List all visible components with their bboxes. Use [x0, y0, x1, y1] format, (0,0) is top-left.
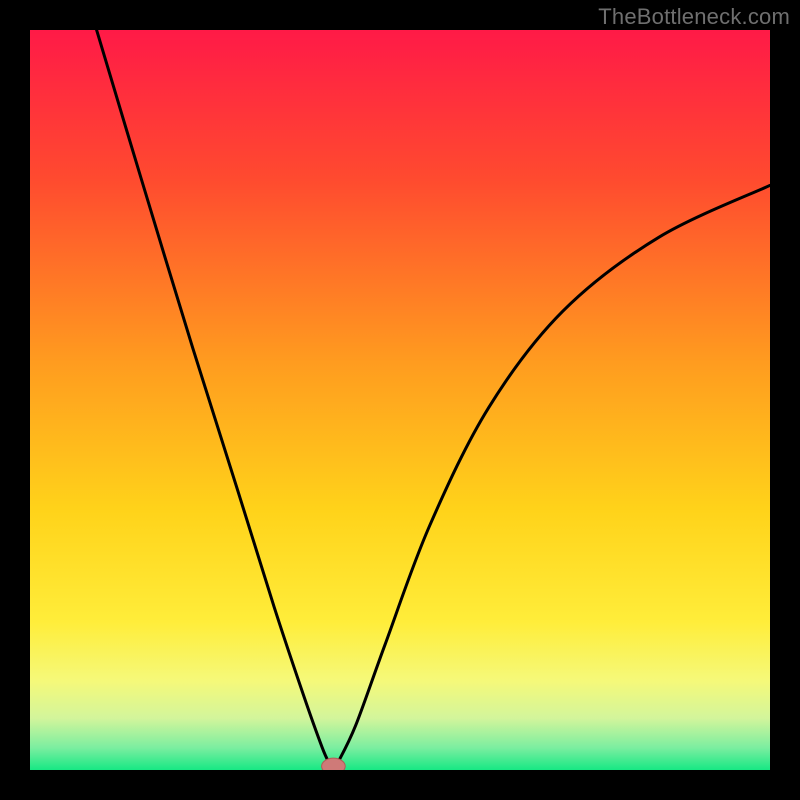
gradient-background: [30, 30, 770, 770]
plot-area: [30, 30, 770, 770]
watermark-text: TheBottleneck.com: [598, 4, 790, 30]
plot-svg: [30, 30, 770, 770]
minimum-marker: [322, 758, 346, 770]
chart-frame: TheBottleneck.com: [0, 0, 800, 800]
